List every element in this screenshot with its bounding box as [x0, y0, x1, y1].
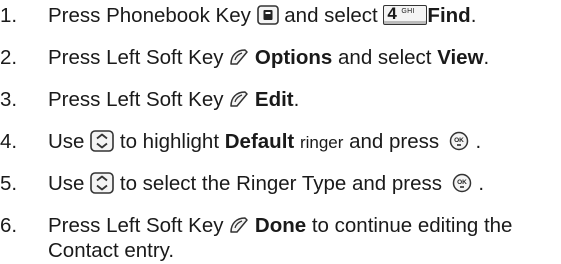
ok-key-icon: OK — [448, 131, 470, 151]
step-text: and select — [284, 4, 378, 27]
step-command: Default — [224, 130, 295, 153]
svg-text:OK: OK — [454, 137, 464, 144]
step-number: 1. — [0, 4, 18, 27]
step-text: and select — [338, 46, 432, 69]
step-number: 4. — [0, 130, 18, 153]
4-ghi-key-icon: 4 GHI — [383, 4, 428, 25]
step-text: and press — [349, 130, 440, 153]
step-text: Press Phonebook Key — [48, 4, 251, 27]
svg-text:OK: OK — [457, 179, 467, 186]
step-number: 3. — [0, 88, 18, 111]
directional-key-icon — [90, 129, 114, 152]
left-soft-key-icon — [229, 90, 249, 108]
step-text: ringer — [299, 133, 344, 152]
step-command: Edit — [254, 88, 294, 111]
step-text: Use — [48, 130, 85, 153]
left-soft-key-icon — [229, 48, 249, 66]
left-soft-key-icon — [229, 216, 249, 234]
directional-key-icon — [90, 171, 114, 194]
step-command: Options — [254, 46, 333, 69]
step-text: to continue editing the — [311, 214, 513, 237]
ok-key-icon: OK — [451, 173, 473, 193]
step-number: 5. — [0, 172, 18, 195]
step-number: 2. — [0, 46, 18, 69]
step-text: Press Left Soft Key — [48, 88, 224, 111]
step-command: Done — [254, 214, 307, 237]
step-text: Press Left Soft Key — [48, 214, 224, 237]
step-number: 6. — [0, 214, 18, 237]
step-text: to select the Ringer Type and press — [119, 172, 442, 195]
step-text: Press Left Soft Key — [48, 46, 224, 69]
phonebook-key-icon — [256, 4, 279, 25]
step-text: to highlight — [119, 130, 220, 153]
step-text: Contact entry. — [48, 239, 175, 262]
step-text: Use — [48, 172, 85, 195]
instruction-steps: 1. Press Phonebook Key and select 4 GHI … — [0, 3, 513, 262]
step-command: Find — [427, 4, 471, 27]
step-command: View — [437, 46, 484, 69]
